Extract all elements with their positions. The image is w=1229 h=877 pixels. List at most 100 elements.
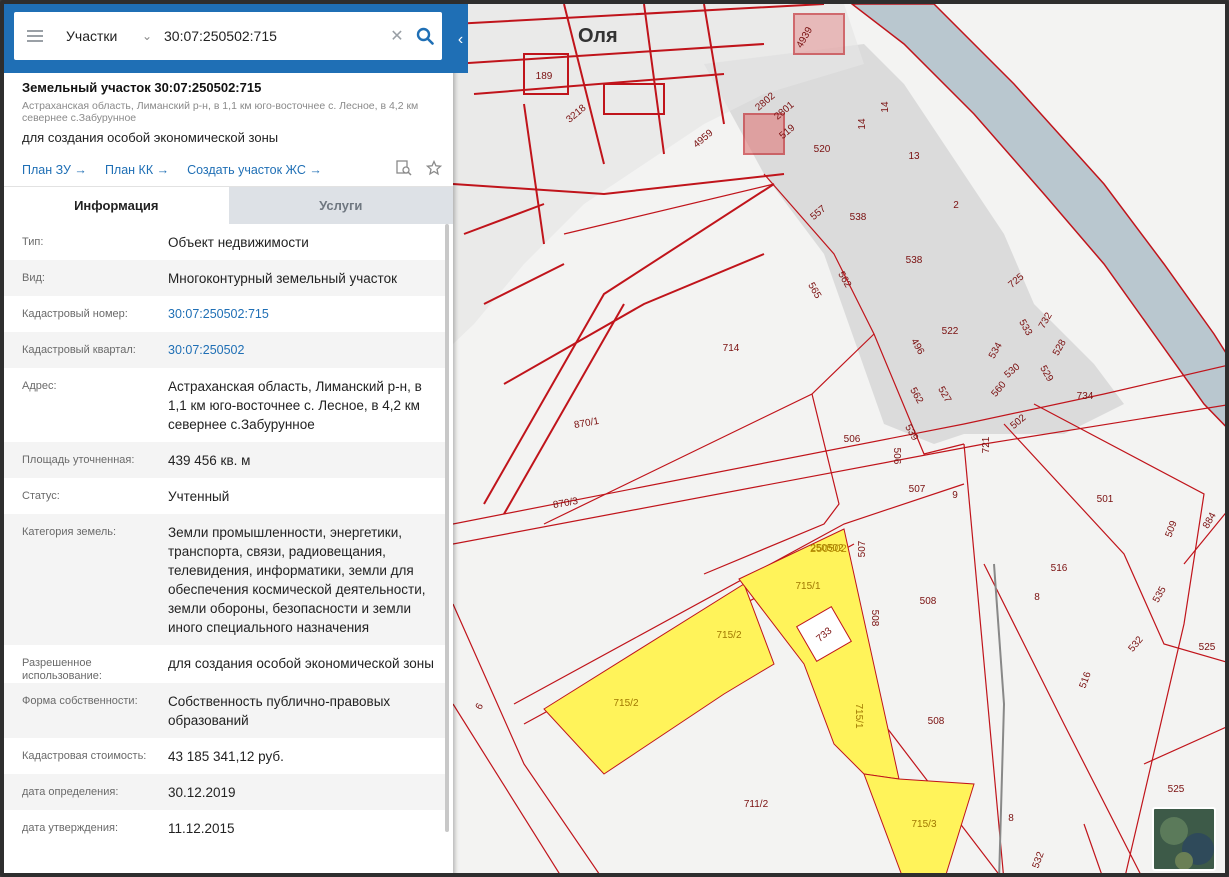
quarter-label: 250502 xyxy=(810,543,847,555)
plan-zu-link[interactable]: План ЗУ → xyxy=(22,163,87,177)
attribute-row: Тип: Объект недвижимости xyxy=(4,224,445,260)
info-panel: Участки ⌄ ✕ Земельный участок 30:07:2505… xyxy=(4,4,468,873)
scrollbar[interactable] xyxy=(445,224,449,832)
attribute-label: Разрешенное использование: xyxy=(22,657,102,682)
satellite-minimap-button[interactable] xyxy=(1152,807,1216,871)
object-title: Земельный участок 30:07:250502:715 xyxy=(22,80,262,95)
parcel-label[interactable]: 8 xyxy=(1034,592,1040,603)
parcel-label[interactable]: 508 xyxy=(869,610,880,627)
tab-services[interactable]: Услуги xyxy=(228,187,453,224)
parcel-label[interactable]: 715/2 xyxy=(613,698,638,709)
attribute-row: дата определения: 30.12.2019 xyxy=(4,774,445,810)
attribute-row: Адрес: Астраханская область, Лиманский р-… xyxy=(4,368,445,442)
attribute-row: Разрешенное использование: для создания о… xyxy=(4,645,445,683)
collapse-panel-icon[interactable]: ‹ xyxy=(453,12,468,68)
menu-icon[interactable] xyxy=(14,12,56,60)
parcel-label[interactable]: 522 xyxy=(942,326,959,337)
search-bar: Участки ⌄ ✕ xyxy=(4,4,468,73)
layer-select-label: Участки xyxy=(66,28,118,44)
attribute-label: Статус: xyxy=(22,490,60,502)
favorite-star-icon[interactable] xyxy=(425,159,443,179)
parcel-label[interactable]: 715/2 xyxy=(716,630,741,641)
parcel-label[interactable]: 2 xyxy=(953,200,959,211)
attribute-label: Кадастровая стоимость: xyxy=(22,750,147,762)
parcel-label[interactable]: 14 xyxy=(857,118,868,130)
parcel-label[interactable]: 715/1 xyxy=(795,581,820,592)
search-box: Участки ⌄ ✕ xyxy=(14,12,442,60)
attribute-value: Многоконтурный земельный участок xyxy=(168,271,397,286)
layer-select[interactable]: Участки ⌄ xyxy=(56,12,160,60)
attribute-row: Статус: Учтенный xyxy=(4,478,445,514)
parcel-label[interactable]: 520 xyxy=(814,144,831,155)
attribute-label: Кадастровый номер: xyxy=(22,308,128,320)
attribute-row: Категория земель: Земли промышленности, э… xyxy=(4,514,445,645)
attribute-value: для создания особой экономической зоны xyxy=(168,656,434,671)
attribute-row: Кадастровый номер: 30:07:250502:715 xyxy=(4,296,445,332)
attribute-row: Вид: Многоконтурный земельный участок xyxy=(4,260,445,296)
parcel-label[interactable]: 13 xyxy=(908,151,920,162)
plan-kk-link[interactable]: План КК → xyxy=(105,163,169,177)
attribute-label: Кадастровый квартал: xyxy=(22,344,136,356)
parcel-label[interactable]: 507 xyxy=(909,484,926,495)
attribute-value-link[interactable]: 30:07:250502:715 xyxy=(168,296,445,332)
parcel-label[interactable]: 734 xyxy=(1077,391,1094,402)
attribute-label: Вид: xyxy=(22,272,45,284)
object-purpose: для создания особой экономической зоны xyxy=(22,130,279,145)
attribute-label: дата утверждения: xyxy=(22,822,119,834)
attribute-row: Кадастровый квартал: 30:07:250502 xyxy=(4,332,445,368)
tab-info[interactable]: Информация xyxy=(4,187,229,224)
parcel-label[interactable]: 507 xyxy=(857,540,868,557)
parcel-label[interactable]: 714 xyxy=(723,343,740,354)
parcel-label[interactable]: 508 xyxy=(920,596,937,607)
attribute-row: Кадастровая стоимость: 43 185 341,12 руб. xyxy=(4,738,445,774)
object-address: Астраханская область, Лиманский р-н, в 1… xyxy=(22,100,419,124)
attribute-value: 30.12.2019 xyxy=(168,785,236,800)
parcel-label[interactable]: 506 xyxy=(844,434,861,445)
attribute-label: Площадь уточненная: xyxy=(22,454,135,466)
search-icon[interactable] xyxy=(408,12,442,60)
parcel-label[interactable]: 508 xyxy=(928,716,945,727)
attribute-value: 43 185 341,12 руб. xyxy=(168,749,284,764)
attribute-value: Учтенный xyxy=(168,489,230,504)
panel-tabs: Информация Услуги xyxy=(4,186,453,224)
attribute-label: Адрес: xyxy=(22,380,57,392)
zoom-to-object-icon[interactable] xyxy=(396,160,412,179)
chevron-down-icon: ⌄ xyxy=(141,29,152,43)
attribute-label: Категория земель: xyxy=(22,526,117,538)
parcel-label[interactable]: 189 xyxy=(536,71,553,82)
parcel-label[interactable]: 721 xyxy=(981,436,992,453)
object-summary: Земельный участок 30:07:250502:715 Астра… xyxy=(22,80,442,145)
map-canvas[interactable]: 49391893218280228015194959 5201414132557 5… xyxy=(453,4,1229,877)
parcel-label[interactable]: 711/2 xyxy=(744,799,769,810)
attribute-label: дата определения: xyxy=(22,786,119,798)
parcel-label[interactable]: 506 xyxy=(891,448,902,465)
attribute-value: Объект недвижимости xyxy=(168,235,309,250)
attribute-value: Астраханская область, Лиманский р-н, в 1… xyxy=(168,379,422,432)
parcel-label[interactable]: 516 xyxy=(1051,563,1068,574)
parcel-label[interactable]: 9 xyxy=(952,490,958,501)
parcel-label[interactable]: 14 xyxy=(880,101,891,113)
app-frame: 4939 189 3218 2802 2801 519 4959 520 14 14 13 2 557 5… xyxy=(0,0,1229,877)
search-input[interactable] xyxy=(160,12,386,60)
attribute-value: Собственность публично-правовых образова… xyxy=(168,694,391,728)
attributes-list: Тип: Объект недвижимости Вид: Многоконтурны… xyxy=(4,224,445,873)
attribute-row: дата утверждения: 11.12.2015 xyxy=(4,810,445,846)
parcel-label[interactable]: 538 xyxy=(906,255,923,266)
create-parcel-link[interactable]: Создать участок ЖС → xyxy=(187,163,322,177)
attribute-label: Форма собственности: xyxy=(22,695,138,707)
attribute-label: Тип: xyxy=(22,236,44,248)
cadastral-map[interactable]: 4939 189 3218 2802 2801 519 4959 520 14 14 13 2 557 5… xyxy=(453,4,1229,877)
parcel-label[interactable]: 715/3 xyxy=(911,819,936,830)
parcel-label[interactable]: 501 xyxy=(1097,494,1114,505)
parcel-label[interactable]: 525 xyxy=(1168,784,1185,795)
attribute-row: Площадь уточненная: 439 456 кв. м xyxy=(4,442,445,478)
parcel-label[interactable]: 538 xyxy=(850,212,867,223)
parcel-label[interactable]: 8 xyxy=(1008,813,1014,824)
parcel-label[interactable]: 525 xyxy=(1199,642,1216,653)
parcel-label[interactable]: 715/1 xyxy=(853,703,864,728)
attribute-value: 439 456 кв. м xyxy=(168,453,251,468)
clear-icon[interactable]: ✕ xyxy=(386,26,408,46)
object-links: План ЗУ → План КК → Создать участок ЖС → xyxy=(22,159,443,179)
attribute-value-link[interactable]: 30:07:250502 xyxy=(168,332,445,368)
attribute-row: Форма собственности: Собственность публич… xyxy=(4,683,445,738)
